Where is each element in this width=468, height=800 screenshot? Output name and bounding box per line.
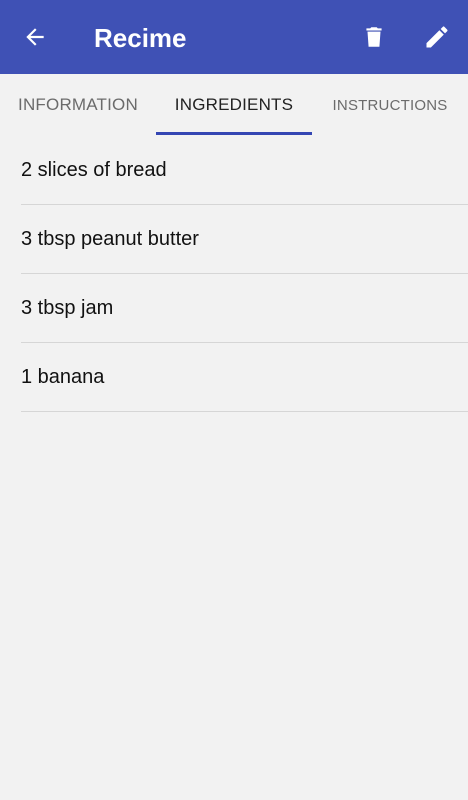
pencil-icon <box>426 26 448 48</box>
arrow-left-icon <box>26 28 44 46</box>
tab-bar: INFORMATION INGREDIENTS INSTRUCTIONS <box>0 74 468 136</box>
tab-instructions[interactable]: INSTRUCTIONS <box>312 74 468 136</box>
back-button[interactable] <box>20 22 50 52</box>
tab-ingredients[interactable]: INGREDIENTS <box>156 74 312 136</box>
app-toolbar: Recime <box>0 0 468 74</box>
edit-button[interactable] <box>420 20 454 54</box>
ingredient-item[interactable]: 3 tbsp peanut butter <box>21 205 468 274</box>
app-title: Recime <box>94 23 187 53</box>
trash-icon <box>366 27 382 47</box>
recipe-detail-screen: Recime INFORMATION INGREDIENTS INSTRUCTI… <box>0 0 468 800</box>
selected-tab-indicator <box>156 132 312 135</box>
ingredient-item[interactable]: 3 tbsp jam <box>21 274 468 343</box>
delete-button[interactable] <box>357 20 391 54</box>
tab-information[interactable]: INFORMATION <box>0 74 156 136</box>
ingredient-item[interactable]: 2 slices of bread <box>21 136 468 205</box>
ingredient-item[interactable]: 1 banana <box>21 343 468 412</box>
ingredients-list: 2 slices of bread 3 tbsp peanut butter 3… <box>21 136 468 412</box>
